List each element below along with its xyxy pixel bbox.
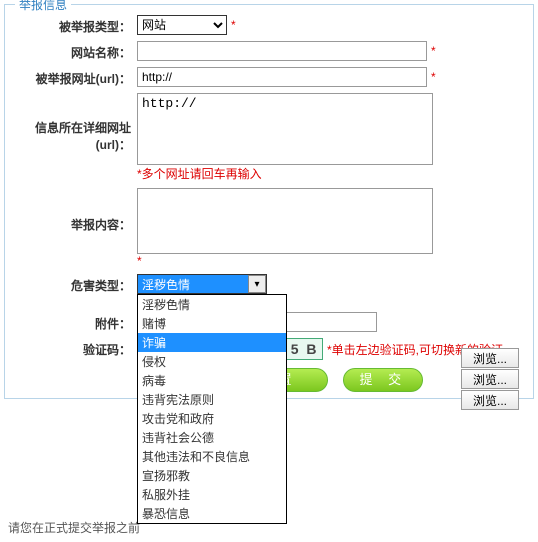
harm-option[interactable]: 病毒 xyxy=(138,371,286,390)
harm-option[interactable]: 诈骗 xyxy=(138,333,286,352)
label-detail-url: 信息所在详细网址 (url)： xyxy=(11,93,137,153)
harm-option[interactable]: 赌博 xyxy=(138,314,286,333)
browse-button-3[interactable]: 浏览... xyxy=(461,390,519,410)
harm-select[interactable]: 淫秽色情 ▾ xyxy=(137,274,267,294)
label-harm: 危害类型： xyxy=(11,274,137,294)
browse-button-1[interactable]: 浏览... xyxy=(461,348,519,368)
submit-button[interactable]: 提 交 xyxy=(343,368,423,392)
label-captcha: 验证码： xyxy=(11,338,137,358)
harm-option[interactable]: 违背宪法原则 xyxy=(138,390,286,409)
harm-option[interactable]: 宣扬邪教 xyxy=(138,466,286,485)
harm-option[interactable]: 攻击党和政府 xyxy=(138,409,286,428)
chevron-down-icon: ▾ xyxy=(248,275,266,293)
url-input[interactable] xyxy=(137,67,427,87)
legend: 举报信息 xyxy=(15,0,71,13)
harm-option[interactable]: 侵权 xyxy=(138,352,286,371)
label-type: 被举报类型： xyxy=(11,15,137,35)
multi-url-hint: *多个网址请回车再输入 xyxy=(137,165,262,182)
harm-option[interactable]: 私服外挂 xyxy=(138,485,286,504)
required-mark: * xyxy=(431,44,436,58)
name-input[interactable] xyxy=(137,41,427,61)
footer-text: 请您在正式提交举报之前 xyxy=(8,519,140,536)
browse-button-2[interactable]: 浏览... xyxy=(461,369,519,389)
label-attach: 附件： xyxy=(11,312,137,332)
content-textarea[interactable] xyxy=(137,188,433,254)
label-content: 举报内容： xyxy=(11,188,137,233)
harm-dropdown-list[interactable]: 淫秽色情赌博诈骗侵权病毒违背宪法原则攻击党和政府违背社会公德其他违法和不良信息宣… xyxy=(137,294,287,524)
required-mark: * xyxy=(137,254,142,268)
harm-option[interactable]: 淫秽色情 xyxy=(138,295,286,314)
harm-option[interactable]: 违背社会公德 xyxy=(138,428,286,447)
type-select[interactable]: 网站 xyxy=(137,15,227,35)
required-mark: * xyxy=(231,18,236,32)
label-name: 网站名称： xyxy=(11,41,137,61)
harm-selected-text: 淫秽色情 xyxy=(142,276,190,293)
detail-url-textarea[interactable]: http:// xyxy=(137,93,433,165)
harm-option[interactable]: 暴恐信息 xyxy=(138,504,286,523)
harm-option[interactable]: 其他违法和不良信息 xyxy=(138,447,286,466)
required-mark: * xyxy=(431,70,436,84)
label-url: 被举报网址(url)： xyxy=(11,67,137,87)
